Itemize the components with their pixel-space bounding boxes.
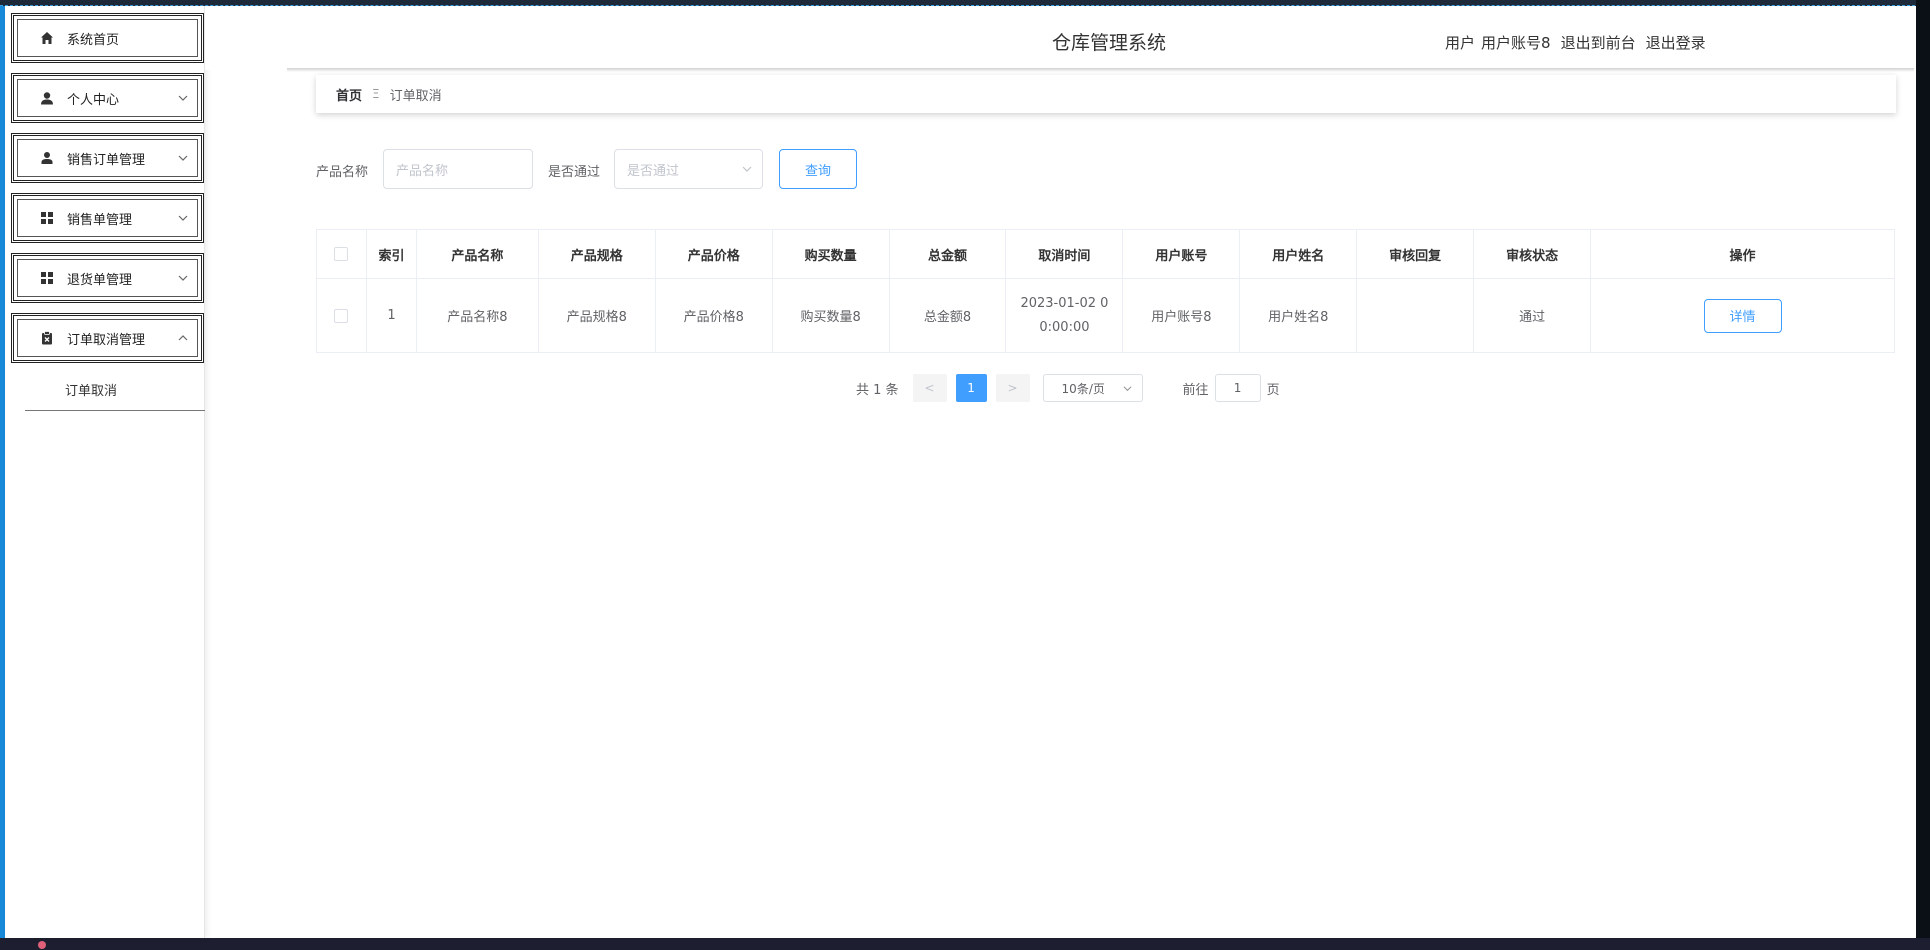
page-jump-input[interactable]: 1 xyxy=(1214,374,1261,402)
cell-product-price: 产品价格8 xyxy=(654,278,773,353)
detail-button[interactable]: 详情 xyxy=(1703,298,1782,333)
logout-link[interactable]: 退出登录 xyxy=(1646,32,1706,53)
query-button[interactable]: 查询 xyxy=(779,149,857,189)
window-left-border xyxy=(0,6,5,940)
breadcrumb: 首页 Ξ 订单取消 xyxy=(316,75,1896,113)
select-all-checkbox[interactable] xyxy=(334,247,349,261)
column-header: 用户账号 xyxy=(1122,229,1241,279)
passed-label: 是否通过 xyxy=(548,165,601,180)
product-name-input[interactable]: 产品名称 xyxy=(383,149,533,189)
pagination-total: 共 1 条 xyxy=(856,382,899,398)
sidebar-item-order-cancel-management[interactable]: 订单取消管理 xyxy=(11,313,204,363)
sidebar-subitem-order-cancel[interactable]: 订单取消 xyxy=(25,369,205,411)
sidebar-item-label: 系统首页 xyxy=(67,32,120,48)
cell-review-status: 通过 xyxy=(1473,278,1592,353)
column-header: 索引 xyxy=(365,229,417,279)
sidebar-item-personal-center[interactable]: 个人中心 xyxy=(11,73,204,123)
cancel-time-line1: 2023-01-02 0 xyxy=(1020,295,1109,311)
user-account: 用户账号8 xyxy=(1481,34,1551,52)
chevron-down-icon xyxy=(177,212,189,224)
chevron-down-icon xyxy=(1123,386,1132,392)
home-icon xyxy=(40,31,54,45)
page-size-select[interactable]: 10条/页 xyxy=(1042,374,1143,402)
row-select-cell xyxy=(316,278,367,353)
select-all-cell xyxy=(316,229,367,279)
header-user-area: 用户 用户账号8 退出到前台 退出登录 xyxy=(1445,32,1706,53)
chevron-down-icon xyxy=(742,166,752,172)
sidebar-item-label: 订单取消管理 xyxy=(67,332,146,348)
column-header: 产品价格 xyxy=(654,229,773,279)
prev-page-button[interactable]: < xyxy=(912,374,947,402)
chevron-down-icon xyxy=(177,272,189,284)
sidebar-item-sales-order[interactable]: 销售订单管理 xyxy=(11,133,204,183)
sidebar-item-return-bill[interactable]: 退货单管理 xyxy=(11,253,204,303)
table-header-row: 索引 产品名称 产品规格 产品价格 购买数量 总金额 取消时间 用户账号 用户姓… xyxy=(316,229,1895,279)
page-jump-label: 前往 xyxy=(1182,382,1209,398)
cell-quantity: 购买数量8 xyxy=(771,278,890,353)
column-header: 取消时间 xyxy=(1005,229,1124,279)
taskbar xyxy=(0,938,1930,950)
product-name-label: 产品名称 xyxy=(316,165,369,180)
passed-select-placeholder: 是否通过 xyxy=(627,163,680,179)
cell-product-name: 产品名称8 xyxy=(415,278,539,353)
page-jump-suffix: 页 xyxy=(1266,382,1280,398)
user-icon xyxy=(40,91,54,105)
cell-index: 1 xyxy=(365,278,417,353)
chevron-down-icon xyxy=(177,92,189,104)
breadcrumb-current: 订单取消 xyxy=(389,88,442,104)
window-right-border xyxy=(1916,0,1930,950)
sidebar: 系统首页 个人中心 销售订单管理 销售单管理 退货单管理 订单取消管理 订单取消 xyxy=(6,6,205,938)
top-header: 仓库管理系统 用户 用户账号8 退出到前台 退出登录 xyxy=(205,6,1916,70)
clipboard-icon xyxy=(40,331,54,345)
cell-actions: 详情 xyxy=(1590,278,1895,353)
breadcrumb-separator-icon: Ξ xyxy=(372,87,380,101)
page-size-value: 10条/页 xyxy=(1061,381,1105,396)
back-to-frontend-link[interactable]: 退出到前台 xyxy=(1561,32,1636,53)
sidebar-item-sales-bill[interactable]: 销售单管理 xyxy=(11,193,204,243)
app-title: 仓库管理系统 xyxy=(1052,32,1167,54)
column-header: 购买数量 xyxy=(771,229,890,279)
order-cancel-table: 索引 产品名称 产品规格 产品价格 购买数量 总金额 取消时间 用户账号 用户姓… xyxy=(316,229,1895,353)
sidebar-item-label: 销售单管理 xyxy=(67,212,133,228)
cancel-time-line2: 0:00:00 xyxy=(1039,319,1090,335)
next-page-button[interactable]: > xyxy=(995,374,1030,402)
pagination: 共 1 条 < 1 > 10条/页 前往 1 页 xyxy=(856,373,1280,403)
table-row: 1 产品名称8 产品规格8 产品价格8 购买数量8 总金额8 2023-01-0… xyxy=(316,278,1895,353)
column-header: 审核回复 xyxy=(1356,229,1475,279)
sidebar-item-label: 个人中心 xyxy=(67,92,120,108)
column-header: 总金额 xyxy=(888,229,1007,279)
user-role: 用户 xyxy=(1445,34,1476,52)
sidebar-item-label: 销售订单管理 xyxy=(67,152,146,168)
cell-total: 总金额8 xyxy=(888,278,1007,353)
grid-icon xyxy=(40,211,54,225)
cell-user-name: 用户姓名8 xyxy=(1239,278,1358,353)
cell-user-account: 用户账号8 xyxy=(1122,278,1241,353)
chevron-down-icon xyxy=(177,152,189,164)
cell-review-reply xyxy=(1356,278,1475,353)
column-header: 产品名称 xyxy=(415,229,539,279)
cell-cancel-time: 2023-01-02 0 0:00:00 xyxy=(1005,278,1124,353)
sidebar-item-label: 退货单管理 xyxy=(67,272,133,288)
page-number-button[interactable]: 1 xyxy=(955,374,987,402)
taskbar-app-icon[interactable] xyxy=(38,941,46,949)
chevron-up-icon xyxy=(177,332,189,344)
sidebar-item-home[interactable]: 系统首页 xyxy=(11,13,204,63)
page-jump: 前往 1 页 xyxy=(1183,374,1280,402)
row-checkbox[interactable] xyxy=(334,308,349,323)
passed-select[interactable]: 是否通过 xyxy=(614,149,763,189)
cell-product-spec: 产品规格8 xyxy=(537,278,656,353)
user-icon xyxy=(40,151,54,165)
column-header: 操作 xyxy=(1590,229,1895,279)
column-header: 用户姓名 xyxy=(1239,229,1358,279)
header-divider xyxy=(287,68,1914,72)
column-header: 产品规格 xyxy=(537,229,656,279)
product-name-placeholder: 产品名称 xyxy=(396,163,449,179)
grid-icon xyxy=(40,271,54,285)
breadcrumb-home[interactable]: 首页 xyxy=(336,85,362,104)
column-header: 审核状态 xyxy=(1473,229,1592,279)
